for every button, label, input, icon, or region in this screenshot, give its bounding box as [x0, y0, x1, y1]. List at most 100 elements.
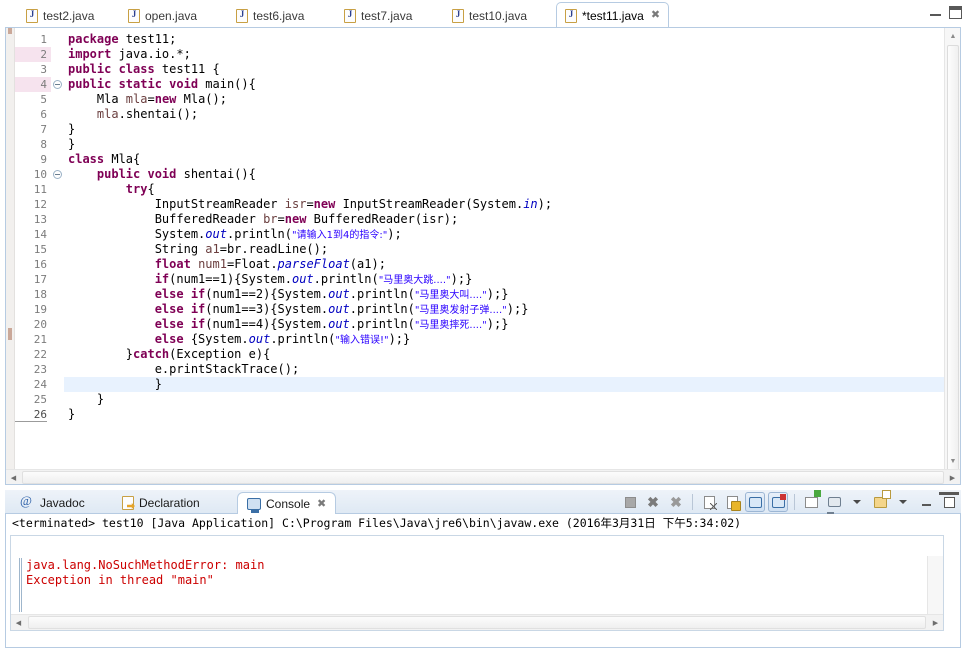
- maximize-icon[interactable]: [949, 6, 962, 19]
- line-number: 20: [33, 318, 47, 331]
- open-console-button[interactable]: [870, 492, 890, 512]
- code-token: shentai(){: [183, 167, 256, 181]
- code-token: float: [154, 257, 199, 271]
- console-scroll-right-arrow-icon[interactable]: ▶: [928, 615, 943, 630]
- console-vertical-scrollbar[interactable]: [927, 556, 943, 614]
- code-line[interactable]: BufferedReader br=new BufferedReader(isr…: [64, 212, 944, 227]
- toolbar-separator: [692, 494, 693, 510]
- console-tab-close-icon[interactable]: ✖: [317, 497, 326, 510]
- editor-window-buttons: [929, 6, 962, 19]
- horizontal-scroll-thumb[interactable]: [22, 471, 944, 484]
- display-selected-console-button[interactable]: [824, 492, 844, 512]
- code-line[interactable]: System.out.println("请输入1到4的指令:");: [64, 227, 944, 242]
- editor-folding-column[interactable]: [51, 28, 64, 469]
- terminate-button[interactable]: [620, 492, 640, 512]
- minimize-view-button[interactable]: [916, 492, 936, 512]
- code-token: out: [291, 272, 314, 286]
- code-token: test11 {: [161, 62, 220, 76]
- editor-tab-close-icon[interactable]: ✖: [651, 10, 660, 21]
- console-scroll-left-arrow-icon[interactable]: ◀: [11, 615, 26, 630]
- editor-tab-test7java[interactable]: test7.java: [336, 3, 420, 28]
- editor-part: test2.java open.java test6.java test7.java t…: [0, 0, 966, 487]
- fold-collapse-icon[interactable]: [53, 170, 62, 179]
- code-line[interactable]: else if(num1==3){System.out.println("马里奥…: [64, 302, 944, 317]
- console-tab-declaration[interactable]: Declaration: [113, 492, 209, 514]
- editor-horizontal-scrollbar[interactable]: ◀ ▶: [6, 469, 960, 484]
- java-file-icon: [565, 8, 577, 23]
- code-line[interactable]: else if(num1==2){System.out.println("马里奥…: [64, 287, 944, 302]
- line-number: 9: [40, 153, 47, 166]
- scroll-lock-button[interactable]: [722, 492, 742, 512]
- open-console-folder-icon: [873, 496, 887, 508]
- code-line[interactable]: }: [64, 392, 944, 407]
- scroll-left-arrow-icon[interactable]: ◀: [6, 470, 21, 484]
- code-token: else: [154, 332, 191, 346]
- code-line[interactable]: e.printStackTrace();: [64, 362, 944, 377]
- console-horizontal-scrollbar[interactable]: ◀ ▶: [11, 614, 943, 630]
- pin-console-button[interactable]: [801, 492, 821, 512]
- code-line[interactable]: else if(num1==4){System.out.println("马里奥…: [64, 317, 944, 332]
- code-line[interactable]: else {System.out.println("输入错误!");}: [64, 332, 944, 347]
- code-line[interactable]: package test11;: [64, 32, 944, 47]
- console-output-box[interactable]: java.lang.NoSuchMethodError: main Excepti…: [10, 535, 944, 631]
- marker-overview-mid: [8, 328, 12, 340]
- java-file-icon: [236, 8, 248, 23]
- code-token: e.printStackTrace();: [68, 362, 300, 376]
- editor-tab-test2java[interactable]: test2.java: [18, 3, 102, 28]
- editor-tab-test11java[interactable]: *test11.java ✖: [556, 2, 670, 28]
- code-token: mla: [125, 92, 148, 106]
- editor-vertical-scrollbar[interactable]: ▲ ▼: [944, 28, 960, 475]
- vertical-scroll-thumb[interactable]: [947, 45, 959, 475]
- code-line[interactable]: mla.shentai();: [64, 107, 944, 122]
- code-token: parseFloat: [277, 257, 350, 271]
- show-console-on-error-button[interactable]: [768, 492, 788, 512]
- scroll-up-arrow-icon[interactable]: ▲: [945, 28, 960, 44]
- code-line[interactable]: if(num1==1){System.out.println("马里奥大跳...…: [64, 272, 944, 287]
- code-token: "马里奥大叫....": [414, 290, 487, 301]
- code-line[interactable]: try{: [64, 182, 944, 197]
- code-line[interactable]: import java.io.*;: [64, 47, 944, 62]
- maximize-view-button[interactable]: [939, 492, 959, 512]
- scroll-right-arrow-icon[interactable]: ▶: [945, 470, 960, 484]
- open-console-menu-button[interactable]: [893, 492, 913, 512]
- editor-tab-test10java[interactable]: test10.java: [444, 3, 535, 28]
- line-number: 24: [33, 378, 47, 391]
- console-tab-console[interactable]: Console ✖: [237, 492, 337, 515]
- editor-inner: 1 2 3 4 5 6 7 8 9 10 11 12 13 14 15 16 17 18 19 20 21 22 23 24 2…: [6, 28, 960, 484]
- scroll-down-arrow-icon[interactable]: ▼: [945, 453, 960, 469]
- code-token: );}: [506, 302, 529, 316]
- code-line[interactable]: public static void main(){: [64, 77, 944, 92]
- javadoc-at-icon: [20, 493, 35, 511]
- code-token: "马里奥发射子弹....": [414, 305, 507, 316]
- code-line[interactable]: }: [64, 137, 944, 152]
- code-token: "马里奥大跳....": [378, 275, 451, 286]
- code-line[interactable]: }: [64, 377, 944, 392]
- editor-code-area[interactable]: package test11; import java.io.*; public c…: [64, 28, 944, 469]
- editor-line-number-ruler[interactable]: 1 2 3 4 5 6 7 8 9 10 11 12 13 14 15 16 17 18 19 20 21 22 23 24 2…: [15, 28, 51, 469]
- show-console-on-output-button[interactable]: [745, 492, 765, 512]
- fold-collapse-icon[interactable]: [53, 80, 62, 89]
- console-tab-javadoc[interactable]: Javadoc: [11, 492, 94, 514]
- console-horizontal-scroll-thumb[interactable]: [28, 616, 926, 629]
- minimize-icon[interactable]: [929, 6, 942, 19]
- code-token: class: [68, 152, 112, 166]
- code-line[interactable]: String a1=br.readLine();: [64, 242, 944, 257]
- editor-tab-openjava[interactable]: open.java: [120, 3, 205, 28]
- code-line[interactable]: Mla mla=new Mla();: [64, 92, 944, 107]
- editor-marker-strip[interactable]: [6, 28, 15, 469]
- code-line[interactable]: public void shentai(){: [64, 167, 944, 182]
- clear-console-button[interactable]: [699, 492, 719, 512]
- editor-tab-test6java[interactable]: test6.java: [228, 3, 312, 28]
- remove-all-terminated-button[interactable]: ✖: [666, 492, 686, 512]
- code-line[interactable]: }: [64, 122, 944, 137]
- code-line[interactable]: float num1=Float.parseFloat(a1);: [64, 257, 944, 272]
- line-number: 18: [33, 288, 47, 301]
- remove-launch-button[interactable]: ✖: [643, 492, 663, 512]
- code-line[interactable]: }catch(Exception e){: [64, 347, 944, 362]
- code-token: }: [68, 407, 76, 421]
- code-line[interactable]: InputStreamReader isr=new InputStreamRea…: [64, 197, 944, 212]
- code-line[interactable]: public class test11 {: [64, 62, 944, 77]
- code-line[interactable]: class Mla{: [64, 152, 944, 167]
- display-console-menu-button[interactable]: [847, 492, 867, 512]
- code-line[interactable]: }: [64, 407, 944, 422]
